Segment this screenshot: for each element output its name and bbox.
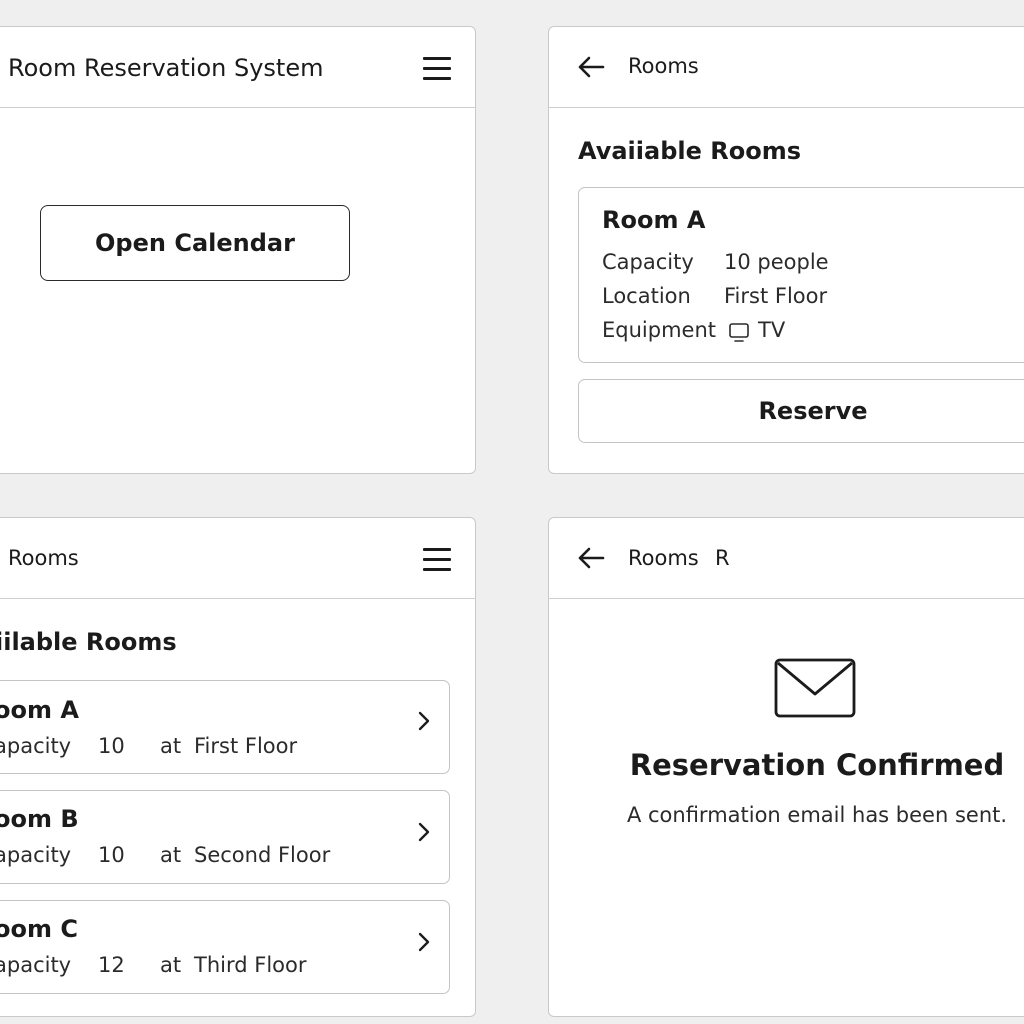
tv-icon xyxy=(729,323,749,342)
rooms-list-panel: Rooms iilable Rooms oom A apacity 10 at … xyxy=(0,517,476,1017)
hamburger-menu-icon[interactable] xyxy=(423,57,451,81)
app-title: Room Reservation System xyxy=(8,54,324,82)
room-detail-panel: Rooms Avaiiable Rooms Room A Capacity 10… xyxy=(548,26,1024,474)
detail-header: Rooms xyxy=(549,27,1024,108)
capacity-value: 10 xyxy=(98,734,125,758)
room-list-item[interactable]: oom A apacity 10 at First Floor xyxy=(0,680,450,774)
location-label: Location xyxy=(602,284,691,308)
room-list-item[interactable]: oom B apacity 10 at Second Floor xyxy=(0,790,450,884)
room-card: Room A Capacity 10 people Location First… xyxy=(578,187,1024,363)
chevron-right-icon xyxy=(418,711,430,731)
at-label: at xyxy=(160,843,182,867)
capacity-label: apacity xyxy=(0,734,72,758)
at-label: at xyxy=(160,953,182,977)
confirmation-message: A confirmation email has been sent. xyxy=(626,803,1008,827)
confirmation-title: Reservation Confirmed xyxy=(629,748,1005,782)
available-rooms-heading: iilable Rooms xyxy=(0,628,177,656)
arrow-left-icon[interactable] xyxy=(577,55,605,79)
header-rooms-label: Rooms xyxy=(628,54,699,78)
location-value: Second Floor xyxy=(194,843,331,867)
location-value: Third Floor xyxy=(194,953,307,977)
at-label: at xyxy=(160,734,182,758)
header-rooms-label: Rooms xyxy=(8,546,79,570)
capacity-label: apacity xyxy=(0,843,72,867)
location-value: First Floor xyxy=(194,734,298,758)
capacity-label: Capacity xyxy=(602,250,694,274)
room-list-item[interactable]: oom C apacity 12 at Third Floor xyxy=(0,900,450,994)
capacity-value: 10 xyxy=(98,843,125,867)
capacity-label: apacity xyxy=(0,953,72,977)
envelope-icon xyxy=(774,658,856,718)
open-calendar-button[interactable]: Open Calendar xyxy=(40,205,350,281)
list-header: Rooms xyxy=(0,518,475,599)
room-name: oom B xyxy=(0,805,79,833)
screen-canvas: Room Reservation System Open Calendar Ro… xyxy=(0,0,1024,1024)
available-rooms-heading: Avaiiable Rooms xyxy=(578,137,801,165)
home-panel: Room Reservation System Open Calendar xyxy=(0,26,476,474)
equipment-label: Equipment xyxy=(602,318,716,342)
chevron-right-icon xyxy=(418,932,430,952)
confirm-header: Rooms R xyxy=(549,518,1024,599)
chevron-right-icon xyxy=(418,822,430,842)
home-header: Room Reservation System xyxy=(0,27,475,108)
arrow-left-icon[interactable] xyxy=(577,546,605,570)
capacity-value: 12 xyxy=(98,953,125,977)
room-name: oom C xyxy=(0,915,78,943)
reserve-button[interactable]: Reserve xyxy=(578,379,1024,443)
confirmation-panel: Rooms R Reservation Confirmed A confirma… xyxy=(548,517,1024,1017)
hamburger-menu-icon[interactable] xyxy=(423,548,451,572)
location-value: First Floor xyxy=(724,284,828,308)
equipment-value: TV xyxy=(758,318,786,342)
header-extra-label: R xyxy=(715,546,730,570)
room-name: oom A xyxy=(0,696,79,724)
capacity-value: 10 people xyxy=(724,250,829,274)
header-rooms-label: Rooms xyxy=(628,546,699,570)
room-name: Room A xyxy=(602,206,706,234)
